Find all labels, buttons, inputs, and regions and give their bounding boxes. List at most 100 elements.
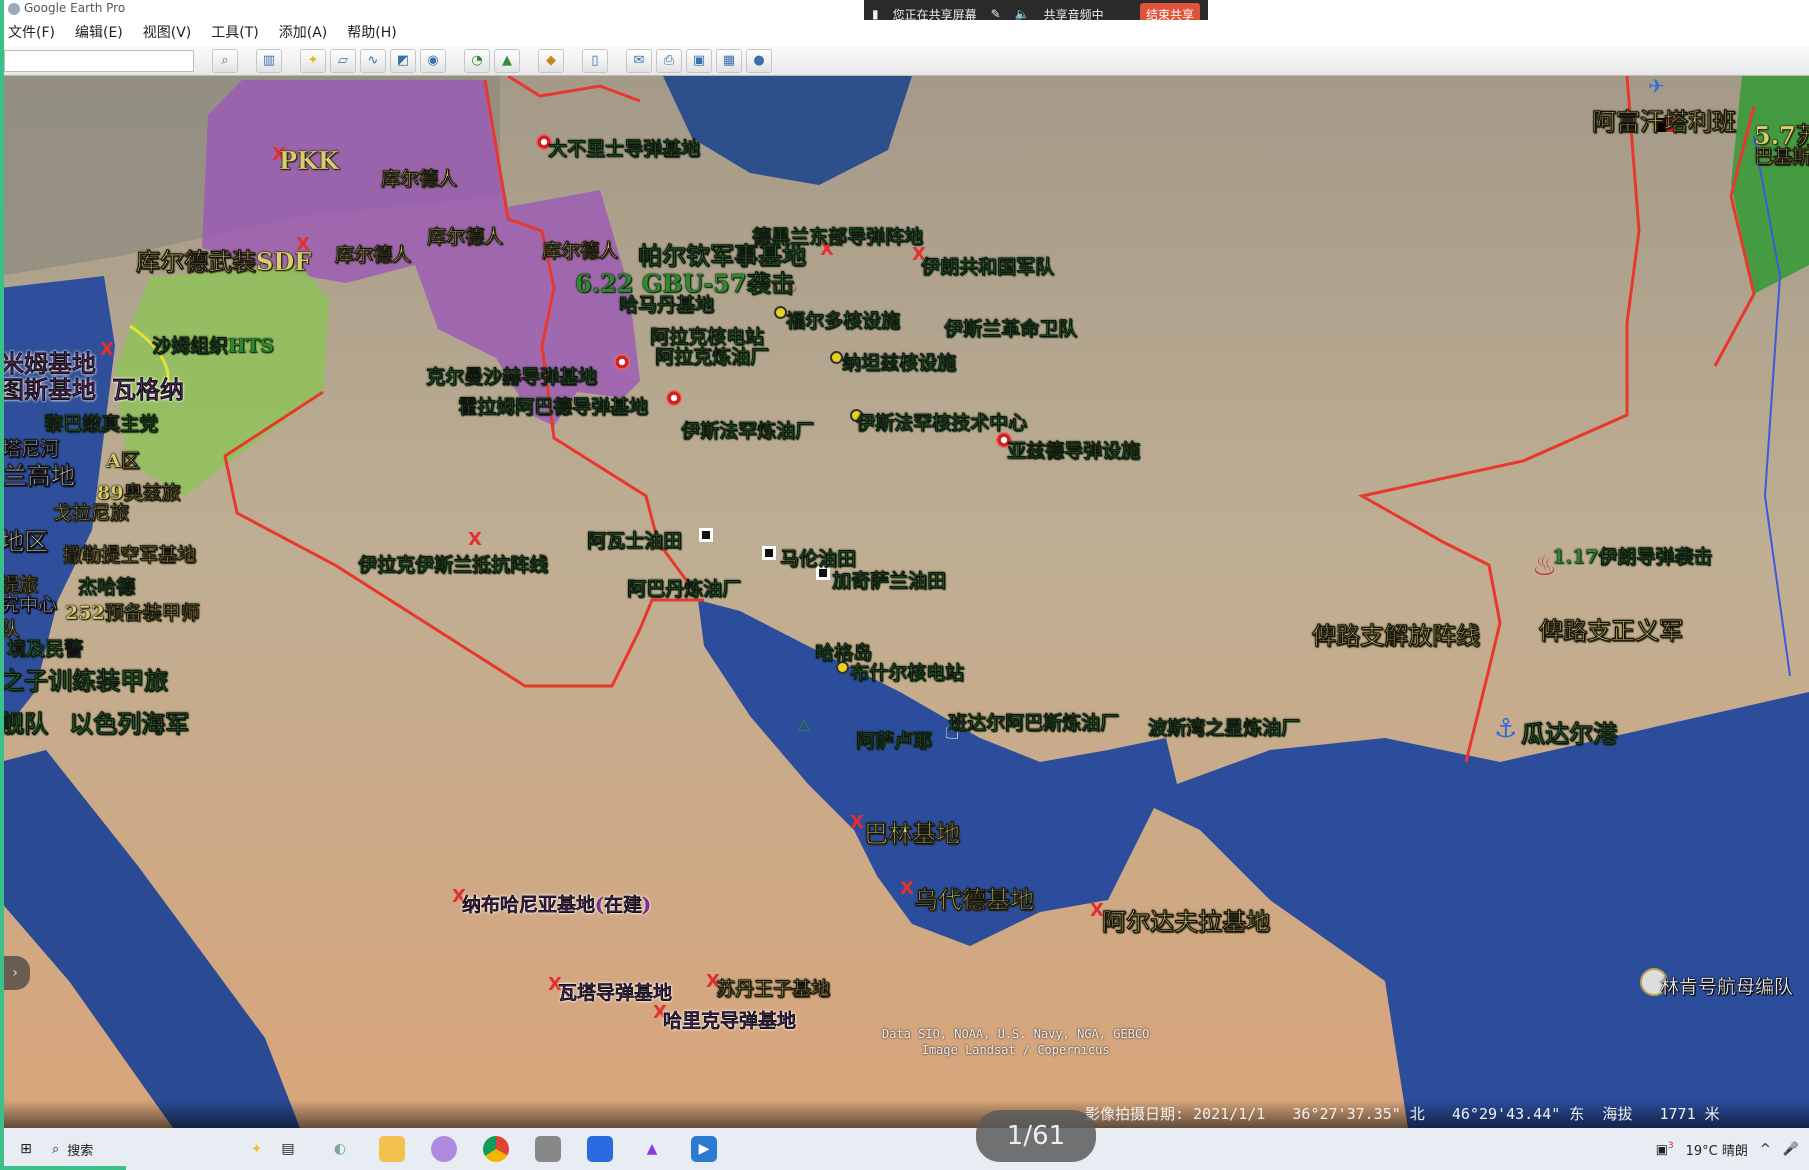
polygon-icon[interactable]: ▱ — [330, 48, 356, 73]
record-tour-icon[interactable]: ◉ — [420, 48, 446, 73]
map-label[interactable]: 俾路支解放阵线 — [1312, 616, 1480, 651]
map-label[interactable]: 舰队 — [0, 704, 48, 739]
weather-icon[interactable]: ▣3 — [1656, 1141, 1674, 1157]
map-label[interactable]: 巴基斯 — [1754, 142, 1809, 169]
map-label[interactable]: 阿萨卢耶 — [856, 726, 932, 753]
windows-start-icon[interactable]: ⊞ — [13, 1136, 39, 1162]
map-label[interactable]: 黎巴嫩真主党 — [44, 409, 158, 436]
microphone-icon[interactable]: 🎤 — [1783, 1142, 1799, 1157]
map-label[interactable]: A区 — [106, 446, 140, 473]
earth-icon[interactable]: ● — [746, 48, 772, 73]
save-image-icon[interactable]: ▣ — [686, 48, 712, 73]
port-icon[interactable]: ⚓ — [1494, 716, 1517, 742]
map-label[interactable]: 亚兹德导弹设施 — [1007, 436, 1140, 463]
google-earth-icon[interactable] — [535, 1136, 561, 1162]
map-label[interactable]: 俾路支正义军 — [1539, 611, 1683, 646]
map-view-icon[interactable]: ▦ — [716, 48, 742, 73]
airport-icon[interactable]: ✈ — [1648, 76, 1665, 96]
map-label[interactable]: 瓦格纳 — [112, 370, 184, 405]
tray-chevron-icon[interactable]: ^ — [1760, 1142, 1771, 1157]
map-label[interactable]: 库尔德武装SDF — [136, 242, 311, 277]
map-label[interactable]: 境及民警 — [7, 634, 83, 661]
map-label[interactable]: PKK — [279, 146, 339, 175]
target-marker-icon[interactable]: X — [100, 341, 114, 359]
menu-help[interactable]: 帮助(H) — [347, 20, 396, 46]
map-label[interactable]: 伊拉克伊斯兰抵抗阵线 — [358, 550, 548, 577]
map-label[interactable]: 克尔曼沙赫导弹基地 — [426, 362, 597, 389]
weather[interactable]: 19°C 晴朗 — [1686, 1140, 1748, 1159]
map-label[interactable]: 班达尔阿巴斯炼油厂 — [948, 708, 1119, 735]
app-icon[interactable]: ◐ — [327, 1136, 353, 1162]
map-label[interactable]: 德黑兰东部导弹阵地 — [752, 222, 923, 249]
map-label[interactable]: 阿拉克炼油厂 — [655, 342, 769, 369]
map-label[interactable]: 瓜达尔港 — [1521, 714, 1617, 749]
map-label[interactable]: 图斯基地 — [0, 370, 96, 405]
path-icon[interactable]: ∿ — [360, 48, 386, 73]
map-label[interactable]: 之子训练装甲旅 — [0, 661, 168, 696]
map-label[interactable]: 252预备装甲师 — [65, 598, 200, 625]
map-label[interactable]: 库尔德人 — [542, 236, 618, 263]
map-label[interactable]: 霍拉姆阿巴德导弹基地 — [458, 392, 648, 419]
target-marker-icon[interactable]: X — [900, 880, 914, 898]
menu-tools[interactable]: 工具(T) — [211, 20, 258, 46]
placemark-icon[interactable]: ✦ — [300, 48, 326, 73]
meeting-app-icon[interactable] — [587, 1136, 613, 1162]
map-label[interactable]: 伊朗共和国军队 — [921, 252, 1054, 279]
map-label[interactable]: 纳布哈尼亚基地(在建) — [462, 890, 651, 917]
search-input[interactable] — [4, 49, 194, 72]
map-label[interactable]: 布什尔核电站 — [850, 658, 964, 685]
sunlight-icon[interactable]: ▲ — [494, 48, 520, 73]
target-marker-icon[interactable]: X — [850, 814, 864, 832]
map-label[interactable]: 库尔德人 — [335, 240, 411, 267]
print-icon[interactable]: ⎙ — [656, 48, 682, 73]
map-label[interactable]: 加奇萨兰油田 — [832, 566, 946, 593]
map-label[interactable]: 阿尔达夫拉基地 — [1102, 902, 1270, 937]
ruler-icon[interactable]: ▯ — [582, 48, 608, 73]
oilfield-icon[interactable] — [762, 546, 776, 560]
map-label[interactable]: 以色列海军 — [69, 704, 189, 739]
map-label[interactable]: 究中心 — [0, 590, 57, 617]
planets-icon[interactable]: ◆ — [538, 48, 564, 73]
sidebar-icon[interactable]: ▥ — [256, 48, 282, 73]
target-marker-icon[interactable]: X — [468, 531, 482, 549]
map-label[interactable]: 瓦塔导弹基地 — [558, 978, 672, 1005]
file-explorer-icon[interactable] — [379, 1136, 405, 1162]
map-label[interactable]: 大不里士导弹基地 — [548, 134, 700, 161]
historical-imagery-icon[interactable]: ◔ — [464, 48, 490, 73]
map-label[interactable]: 林肯号航母编队 — [1660, 972, 1793, 999]
map-label[interactable]: 库尔德人 — [381, 164, 457, 191]
missile-base-icon[interactable] — [614, 354, 630, 370]
map-label[interactable]: 福尔多核设施 — [786, 306, 900, 333]
menu-file[interactable]: 文件(F) — [8, 20, 55, 46]
map-label[interactable]: 伊斯兰革命卫队 — [944, 314, 1077, 341]
map-label[interactable]: 兰高地 — [3, 456, 75, 491]
app-icon[interactable] — [431, 1136, 457, 1162]
taskbar-search[interactable]: ⌕ 搜索 ✦ — [52, 1140, 262, 1159]
map-label[interactable]: 戈拉尼旅 — [53, 498, 129, 525]
map-label[interactable]: 伊斯法罕核技术中心 — [856, 408, 1027, 435]
map-label[interactable]: 阿富汗塔利班 — [1592, 102, 1736, 137]
chrome-icon[interactable] — [483, 1136, 509, 1162]
map-viewport[interactable]: X X X X X X ♨ ♨ ⚓ ✈ △ ☝ PKK 库尔德人 库尔德人 库尔… — [0, 76, 1809, 1128]
island-marker-icon[interactable]: △ — [798, 716, 810, 732]
media-player-icon[interactable]: ▶ — [691, 1136, 717, 1162]
missile-base-icon[interactable] — [666, 390, 682, 406]
image-overlay-icon[interactable]: ◩ — [390, 48, 416, 73]
map-label[interactable]: 杰哈德 — [78, 572, 135, 599]
app-icon[interactable]: ▲ — [639, 1136, 665, 1162]
menu-add[interactable]: 添加(A) — [279, 20, 328, 46]
search-icon[interactable]: ⌕ — [212, 48, 238, 73]
map-label[interactable]: 1.17伊朗导弹袭击 — [1552, 542, 1713, 569]
menu-edit[interactable]: 编辑(E) — [75, 20, 123, 46]
map-label[interactable]: 地区 — [0, 522, 48, 557]
map-label[interactable]: 撒勒提空军基地 — [63, 540, 196, 567]
annotate-icon[interactable]: ✎ — [991, 7, 1001, 21]
map-label[interactable]: 库尔德人 — [427, 222, 503, 249]
map-label[interactable]: 哈马丹基地 — [619, 290, 714, 317]
map-label[interactable]: 苏丹王子基地 — [716, 974, 830, 1001]
map-label[interactable]: 纳坦兹核设施 — [842, 348, 956, 375]
map-label[interactable]: 阿瓦士油田 — [587, 526, 682, 553]
map-label[interactable]: 乌代德基地 — [914, 880, 1034, 915]
map-label[interactable]: 沙姆组织HTS — [152, 331, 274, 358]
map-label[interactable]: 阿巴丹炼油厂 — [627, 574, 741, 601]
